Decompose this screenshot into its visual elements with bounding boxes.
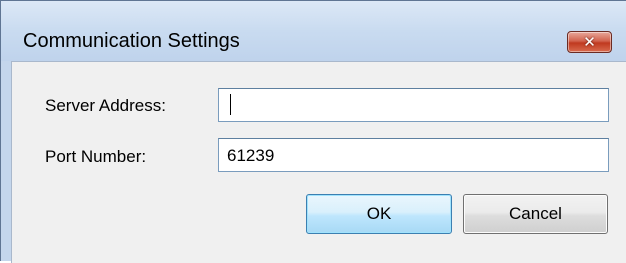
close-button[interactable]: ✕ xyxy=(567,31,612,53)
ok-button-label: OK xyxy=(366,204,392,223)
window-title: Communication Settings xyxy=(23,30,240,52)
dialog-body: Server Address: Port Number: 61239 OK Ca… xyxy=(11,61,626,263)
port-number-value: 61239 xyxy=(227,146,275,165)
server-address-input[interactable] xyxy=(218,88,609,122)
server-address-label: Server Address: xyxy=(45,96,166,115)
dialog-window: Communication Settings ✕ Server Address:… xyxy=(0,0,626,263)
ok-button[interactable]: OK xyxy=(306,194,452,234)
text-caret xyxy=(230,94,231,115)
cancel-button[interactable]: Cancel xyxy=(463,194,608,234)
close-icon: ✕ xyxy=(583,33,596,51)
cancel-button-label: Cancel xyxy=(509,204,562,223)
port-number-input[interactable]: 61239 xyxy=(218,138,609,172)
port-number-label: Port Number: xyxy=(45,147,147,166)
title-bar[interactable]: Communication Settings ✕ xyxy=(1,1,626,61)
